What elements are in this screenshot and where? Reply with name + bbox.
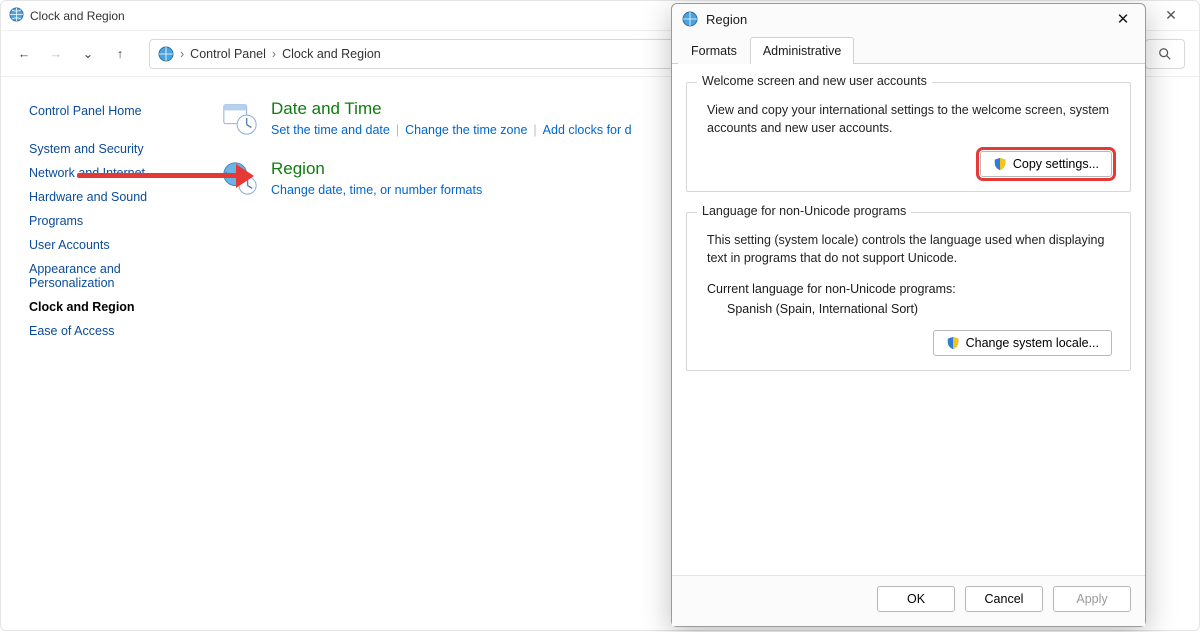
ok-button[interactable]: OK bbox=[877, 586, 955, 612]
region-dialog: Region ✕ Formats Administrative Welcome … bbox=[671, 3, 1146, 627]
group-title: Welcome screen and new user accounts bbox=[697, 74, 932, 88]
copy-settings-button[interactable]: Copy settings... bbox=[980, 151, 1112, 177]
calendar-clock-icon bbox=[221, 99, 259, 137]
category-region: Region Change date, time, or number form… bbox=[221, 159, 632, 197]
globe-icon bbox=[9, 7, 24, 25]
category-sublink[interactable]: Change the time zone bbox=[405, 123, 527, 137]
shield-icon bbox=[993, 157, 1007, 171]
cancel-button[interactable]: Cancel bbox=[965, 586, 1043, 612]
globe-clock-icon bbox=[221, 159, 259, 197]
group-non-unicode: Language for non-Unicode programs This s… bbox=[686, 212, 1131, 370]
apply-button[interactable]: Apply bbox=[1053, 586, 1131, 612]
category-title[interactable]: Date and Time bbox=[271, 99, 632, 119]
group-welcome-screen: Welcome screen and new user accounts Vie… bbox=[686, 82, 1131, 192]
back-button[interactable]: ← bbox=[15, 47, 33, 61]
category-links: Set the time and date|Change the time zo… bbox=[271, 123, 632, 137]
group-title: Language for non-Unicode programs bbox=[697, 204, 911, 218]
sidebar-item[interactable]: Clock and Region bbox=[29, 295, 201, 319]
tab-formats[interactable]: Formats bbox=[678, 37, 750, 64]
category-links: Change date, time, or number formats bbox=[271, 183, 482, 197]
sidebar-item[interactable]: User Accounts bbox=[29, 233, 201, 257]
button-label: Change system locale... bbox=[966, 336, 1099, 350]
sidebar: Control Panel Home System and SecurityNe… bbox=[1, 77, 201, 632]
breadcrumb-root[interactable]: Control Panel bbox=[190, 47, 266, 61]
up-button[interactable]: ↑ bbox=[111, 47, 129, 61]
breadcrumb-leaf[interactable]: Clock and Region bbox=[282, 47, 381, 61]
category-sublink[interactable]: Set the time and date bbox=[271, 123, 390, 137]
dialog-title: Region bbox=[706, 12, 1103, 27]
dialog-footer: OK Cancel Apply bbox=[672, 575, 1145, 626]
chevron-right-icon: › bbox=[180, 47, 184, 61]
history-dropdown-icon[interactable]: ⌄ bbox=[79, 46, 97, 61]
category-sublink[interactable]: Change date, time, or number formats bbox=[271, 183, 482, 197]
search-button[interactable] bbox=[1145, 39, 1185, 69]
sidebar-item[interactable]: Network and Internet bbox=[29, 161, 201, 185]
category-sublink[interactable]: Add clocks for d bbox=[543, 123, 632, 137]
change-system-locale-button[interactable]: Change system locale... bbox=[933, 330, 1112, 356]
main-panel: Date and Time Set the time and date|Chan… bbox=[201, 77, 652, 632]
sidebar-item[interactable]: System and Security bbox=[29, 137, 201, 161]
sidebar-item[interactable]: Ease of Access bbox=[29, 319, 201, 343]
globe-icon bbox=[158, 46, 174, 62]
sidebar-item[interactable]: Hardware and Sound bbox=[29, 185, 201, 209]
group-description: This setting (system locale) controls th… bbox=[707, 231, 1116, 267]
globe-icon bbox=[682, 11, 698, 27]
forward-button[interactable]: → bbox=[47, 47, 65, 61]
group-description: View and copy your international setting… bbox=[707, 101, 1116, 137]
sidebar-item[interactable]: Programs bbox=[29, 209, 201, 233]
category-date-and-time: Date and Time Set the time and date|Chan… bbox=[221, 99, 632, 137]
chevron-right-icon: › bbox=[272, 47, 276, 61]
shield-icon bbox=[946, 336, 960, 350]
search-icon bbox=[1158, 47, 1172, 61]
sidebar-home-link[interactable]: Control Panel Home bbox=[29, 99, 201, 123]
current-language-label: Current language for non-Unicode program… bbox=[707, 282, 1116, 296]
dialog-close-button[interactable]: ✕ bbox=[1111, 10, 1135, 28]
current-language-value: Spanish (Spain, International Sort) bbox=[727, 302, 1116, 316]
category-title[interactable]: Region bbox=[271, 159, 482, 179]
dialog-tabs: Formats Administrative bbox=[672, 36, 1145, 64]
tab-administrative[interactable]: Administrative bbox=[750, 37, 855, 64]
close-button[interactable]: ✕ bbox=[1157, 7, 1185, 24]
sidebar-item[interactable]: Appearance and Personalization bbox=[29, 257, 179, 295]
button-label: Copy settings... bbox=[1013, 157, 1099, 171]
